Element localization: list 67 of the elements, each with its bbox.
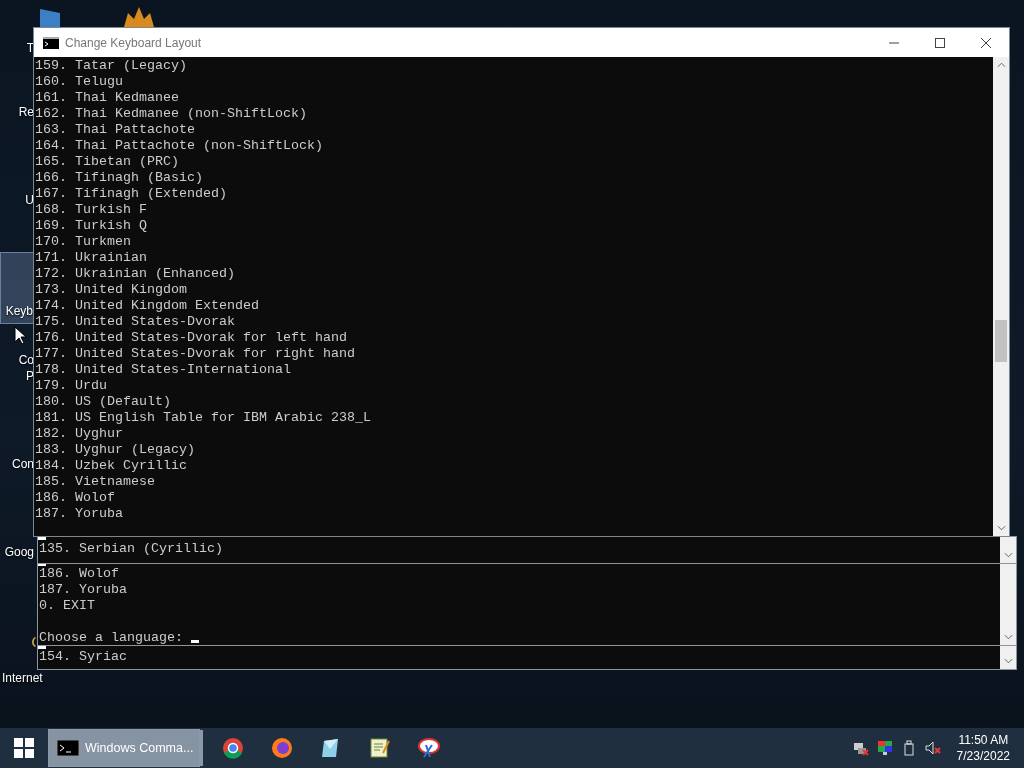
notepad-icon[interactable]: [369, 737, 391, 759]
console-line: 186. Wolof: [39, 566, 120, 582]
console-line: 179. Urdu: [35, 378, 108, 394]
console-line: 159. Tatar (Legacy): [35, 58, 188, 74]
console-line: 185. Vietnamese: [35, 474, 156, 490]
cursor-mark: [38, 537, 46, 540]
console-line: 163. Thai Pattachote: [35, 122, 196, 138]
window-title: Change Keyboard Layout: [65, 35, 203, 50]
console-line: 164. Thai Pattachote (non-ShiftLock): [35, 138, 324, 154]
close-icon: [981, 37, 991, 48]
maximize-icon: [935, 37, 945, 48]
text-cursor: [190, 640, 199, 643]
console-icon: [57, 740, 79, 756]
desktop-icon-label[interactable]: Internet: [2, 670, 43, 686]
console-line: 169. Turkish Q: [35, 218, 148, 234]
browser-icon[interactable]: [222, 737, 244, 759]
console-line: 167. Tifinagh (Extended): [35, 186, 228, 202]
console-line: 160. Telugu: [35, 74, 124, 90]
console-line: 161. Thai Kedmanee: [35, 90, 180, 106]
console-line: 181. US English Table for IBM Arabic 238_L: [35, 410, 372, 426]
desktop-icon-label[interactable]: Goog: [4, 544, 34, 560]
console-line: 0. EXIT: [39, 598, 96, 614]
console-line: 174. United Kingdom Extended: [35, 298, 260, 314]
console-line: 154. Syriac: [39, 649, 128, 665]
console-line: 180. US (Default): [35, 394, 172, 410]
desktop-icon-label[interactable]: P: [26, 368, 34, 384]
console-line: 135. Serbian (Cyrillic): [39, 541, 224, 557]
windows-start-icon[interactable]: [14, 738, 34, 758]
scroll-thumb[interactable]: [995, 320, 1007, 362]
desktop-icon-label[interactable]: Co: [18, 352, 34, 368]
app-icon[interactable]: [124, 7, 154, 27]
desktop-icon-label[interactable]: Con: [12, 456, 34, 472]
mouse-pointer-icon: [14, 326, 26, 345]
clock-date: 7/23/2022: [956, 748, 1010, 764]
console-line: 184. Uzbek Cyrillic: [35, 458, 188, 474]
console-line: 187. Yoruba: [39, 582, 128, 598]
console-line: 172. Ukrainian (Enhanced): [35, 266, 236, 282]
cursor-mark: [38, 646, 46, 649]
console-line: 170. Turkmen: [35, 234, 132, 250]
console-line: 175. United States-Dvorak: [35, 314, 236, 330]
cursor-mark: [38, 564, 46, 566]
prompt-text: Choose a language:: [39, 630, 183, 645]
console-line: 168. Turkish F: [35, 202, 148, 218]
color-display-icon[interactable]: [876, 740, 893, 756]
console-line: 166. Tifinagh (Basic): [35, 170, 204, 186]
desktop-icon-label[interactable]: Keyb: [5, 303, 33, 319]
clock-time: 11:50 AM: [958, 732, 1009, 748]
console-line: 182. Uyghur: [35, 426, 124, 442]
console-line: 183. Uyghur (Legacy): [35, 442, 196, 458]
console-icon: [43, 36, 59, 49]
console-line: 173. United Kingdom: [35, 282, 188, 298]
console-line: 187. Yoruba: [35, 506, 124, 522]
console-line: 165. Tibetan (PRC): [35, 154, 180, 170]
network-error-icon[interactable]: [852, 740, 869, 756]
scissors-icon[interactable]: [418, 737, 440, 759]
clock[interactable]: 11:50 AM 7/23/2022: [956, 732, 1010, 764]
console-line: 162. Thai Kedmanee (non-ShiftLock): [35, 106, 308, 122]
desktop-icon-label[interactable]: Re: [18, 104, 34, 120]
console-line: 186. Wolof: [35, 490, 116, 506]
scrollbar[interactable]: [993, 57, 1009, 536]
selected-desktop-icon[interactable]: Keyb: [0, 252, 34, 324]
console-line: 177. United States-Dvorak for right hand: [35, 346, 356, 362]
console-line: 171. Ukrainian: [35, 250, 148, 266]
volume-muted-icon[interactable]: [924, 740, 941, 756]
console-line: 178. United States-International: [35, 362, 292, 378]
console-line: 176. United States-Dvorak for left hand: [35, 330, 348, 346]
desktop-icon-label[interactable]: U: [25, 192, 34, 208]
